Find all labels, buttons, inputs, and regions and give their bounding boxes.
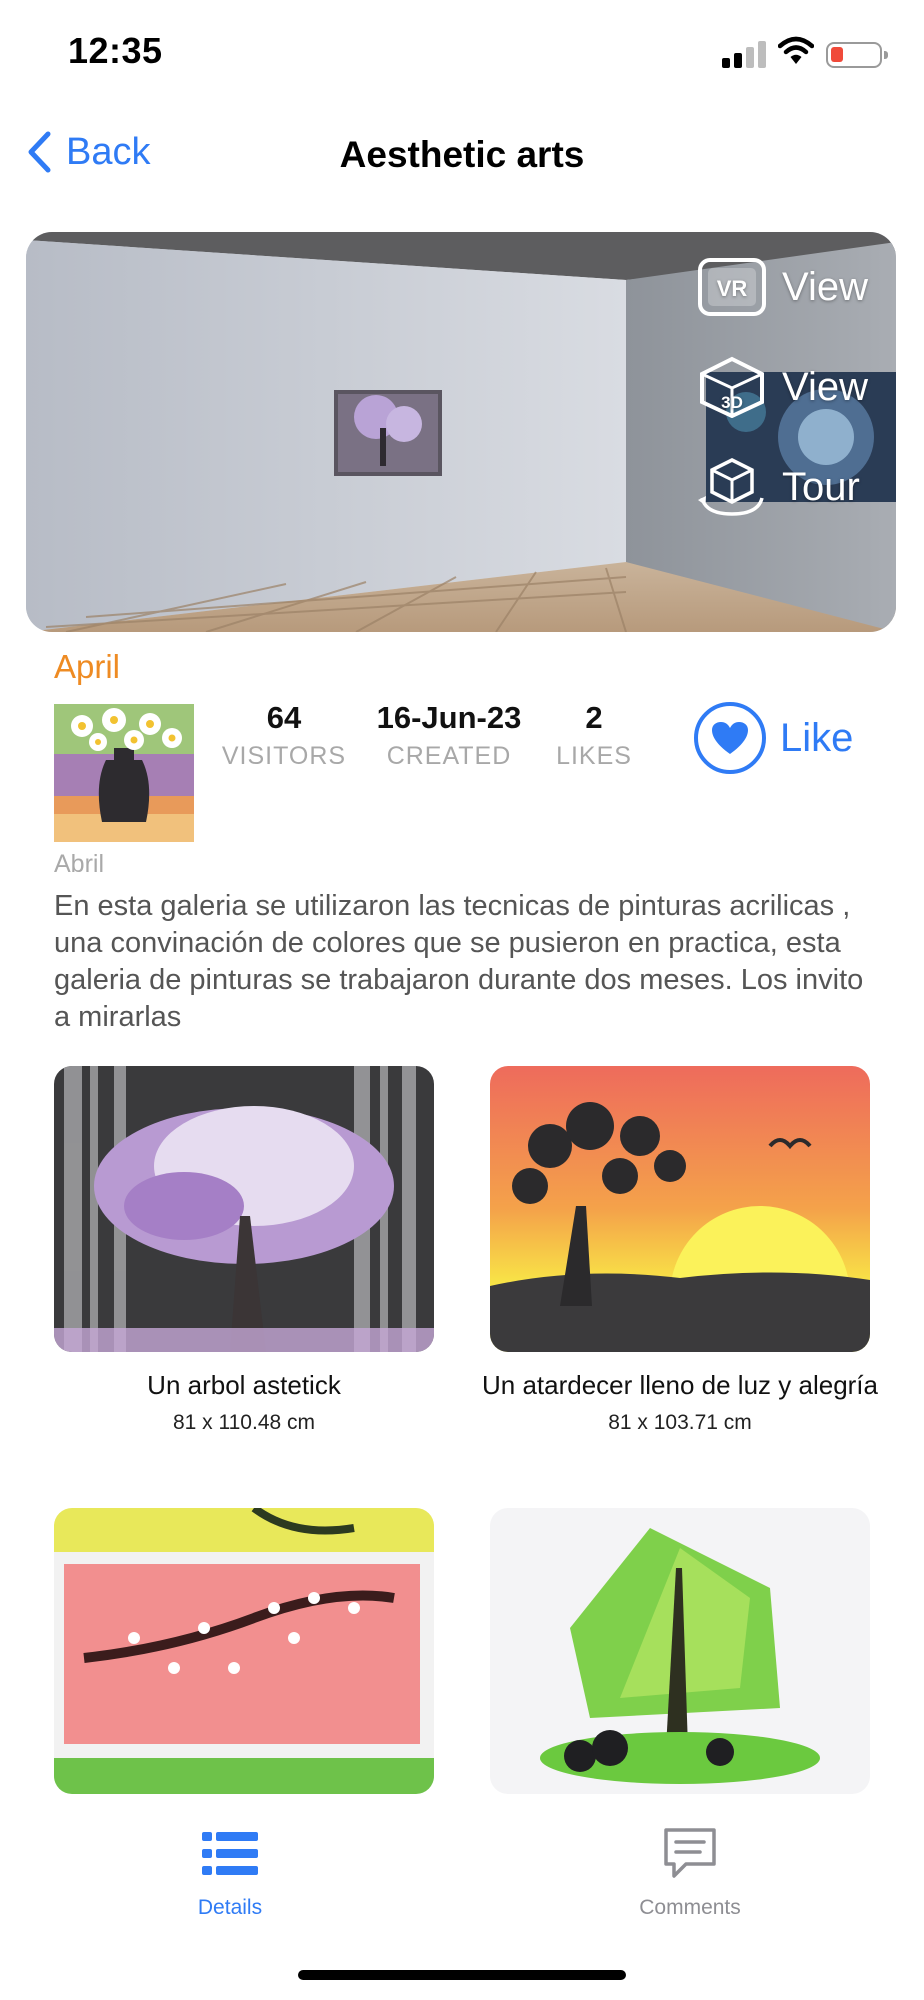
artwork-card[interactable] [490, 1508, 870, 1822]
vr-view-button[interactable]: VR View [696, 256, 868, 318]
artwork-card[interactable]: Un atardecer lleno de luz y alegría 81 x… [482, 1066, 878, 1435]
stat-likes: 2 LIKES [544, 700, 644, 771]
list-icon [202, 1832, 258, 1875]
gallery-stats: 64 VISITORS 16-Jun-23 CREATED 2 LIKES [214, 700, 644, 771]
green-tree-painting [490, 1508, 870, 1794]
vr-view-label: View [782, 264, 868, 309]
artwork-size: 81 x 103.71 cm [608, 1411, 752, 1434]
wifi-icon [778, 36, 814, 64]
battery-icon [826, 42, 888, 68]
gallery-description: En esta galeria se utilizaron las tecnic… [54, 890, 864, 1033]
author-subname: Abril [54, 850, 105, 878]
3d-cube-icon: 3D [700, 356, 765, 418]
artwork-image [490, 1066, 870, 1352]
stat-likes-label: LIKES [556, 742, 632, 770]
stat-visitors-label: VISITORS [221, 742, 347, 770]
artwork-card[interactable]: Un arbol astetick 81 x 110.48 cm [54, 1066, 434, 1435]
artwork-title: Un arbol astetick [147, 1370, 341, 1400]
like-label: Like [780, 715, 854, 760]
purple-tree-painting [54, 1066, 434, 1352]
3d-tour-label: Tour [782, 464, 860, 509]
nav-bar: Back Aesthetic arts [0, 110, 924, 200]
stat-visitors: 64 VISITORS [214, 700, 354, 771]
stat-likes-value: 2 [585, 700, 603, 735]
comment-icon [664, 1828, 716, 1878]
author-name[interactable]: April [54, 648, 120, 686]
artwork-image [54, 1066, 434, 1352]
signal-icon [722, 38, 766, 68]
tab-details-label: Details [197, 1896, 263, 1919]
artwork-card[interactable] [54, 1508, 434, 1822]
stat-visitors-value: 64 [266, 700, 302, 735]
vr-icon: VR [698, 258, 767, 316]
3d-view-label: View [782, 364, 868, 409]
home-indicator [298, 1970, 626, 1980]
battery-level [831, 47, 843, 62]
tab-comments[interactable]: Comments [590, 1826, 790, 1920]
heart-icon [694, 702, 766, 774]
tab-details[interactable]: Details [130, 1826, 330, 1920]
author-avatar[interactable] [54, 704, 194, 842]
stat-created-label: CREATED [386, 742, 512, 770]
svg-text:VR: VR [717, 276, 748, 301]
stat-created-value: 16-Jun-23 [376, 700, 522, 735]
artwork-image [54, 1508, 434, 1794]
3d-tour-icon [698, 458, 764, 516]
vase-painting-thumbnail [54, 704, 194, 842]
gallery-3d-preview[interactable]: VR View 3D View Tour [26, 232, 896, 632]
hero-actions: VR View 3D View Tour [696, 256, 868, 518]
page-title: Aesthetic arts [339, 134, 585, 175]
stat-created: 16-Jun-23 CREATED [354, 700, 544, 771]
artwork-title: Un atardecer lleno de luz y alegría [481, 1370, 878, 1400]
sunset-tree-painting [490, 1066, 870, 1352]
status-bar: 12:35 [0, 0, 924, 110]
tab-comments-label: Comments [639, 1896, 741, 1919]
like-button[interactable]: Like [694, 702, 853, 774]
3d-view-button[interactable]: 3D View [696, 356, 868, 418]
artwork-image [490, 1508, 870, 1794]
svg-text:3D: 3D [721, 393, 743, 412]
artwork-size: 81 x 110.48 cm [172, 1411, 316, 1434]
3d-tour-button[interactable]: Tour [696, 456, 868, 518]
cherry-blossom-painting [54, 1508, 434, 1794]
status-time: 12:35 [68, 30, 163, 71]
